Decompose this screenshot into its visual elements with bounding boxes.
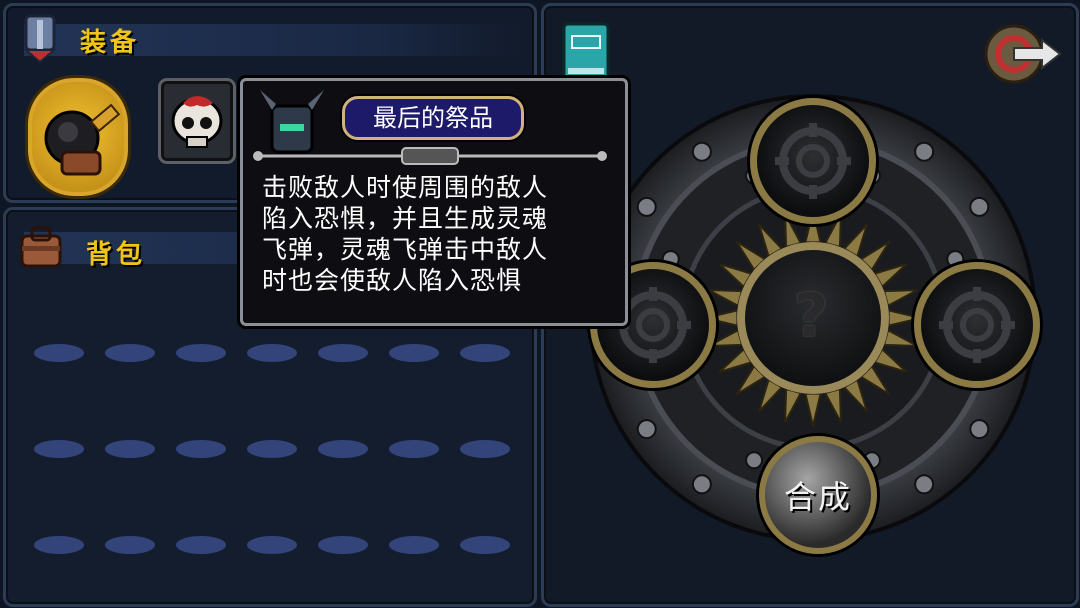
backpack-slot[interactable] — [105, 440, 155, 458]
skull-icon — [171, 96, 223, 148]
backpack-slot[interactable] — [389, 440, 439, 458]
backpack-icon — [20, 226, 62, 268]
backpack-slot[interactable] — [389, 536, 439, 554]
backpack-slot[interactable] — [247, 440, 297, 458]
socket-top[interactable] — [750, 98, 876, 224]
gear-slot-icon — [939, 287, 1015, 363]
backpack-slot[interactable] — [105, 536, 155, 554]
backpack-slot[interactable] — [318, 344, 368, 362]
exit-arrow-icon[interactable] — [984, 20, 1064, 90]
rivet — [914, 141, 935, 162]
backpack-slot[interactable] — [460, 344, 510, 362]
rivet — [691, 141, 712, 162]
backpack-slot[interactable] — [34, 536, 84, 554]
backpack-slot[interactable] — [318, 440, 368, 458]
equipment-title: 装备 — [80, 28, 141, 58]
tooltip-line-2: 陷入恐惧，并且生成灵魂 — [262, 204, 549, 233]
book-icon[interactable] — [560, 22, 612, 82]
backpack-slot[interactable] — [247, 344, 297, 362]
tooltip-line-4: 时也会使敌人陷入恐惧 — [262, 266, 523, 295]
question-mark: ? — [793, 281, 829, 351]
rivet — [914, 474, 935, 495]
backpack-slot[interactable] — [176, 440, 226, 458]
backpack-slot[interactable] — [318, 536, 368, 554]
backpack-slot[interactable] — [105, 344, 155, 362]
tooltip-line-1: 击败敌人时使周围的敌人 — [262, 173, 549, 202]
backpack-slot[interactable] — [247, 536, 297, 554]
rivet — [636, 419, 657, 440]
backpack-slot[interactable] — [34, 344, 84, 362]
combine-label: 合成 — [783, 478, 852, 516]
backpack-slot[interactable] — [176, 344, 226, 362]
rivet — [969, 419, 990, 440]
rivet — [969, 196, 990, 217]
equip-slot-main[interactable] — [28, 78, 128, 196]
tooltip-divider — [253, 147, 607, 165]
equip-slot-2[interactable] — [158, 78, 236, 164]
combine-button[interactable]: 合成 — [759, 436, 877, 554]
backpack-slot[interactable] — [389, 344, 439, 362]
rivet — [636, 196, 657, 217]
backpack-slot[interactable] — [34, 440, 84, 458]
center-socket[interactable]: ? — [765, 270, 857, 362]
socket-right[interactable] — [914, 262, 1040, 388]
hammer-cannon-icon — [44, 103, 121, 176]
backpack-slot[interactable] — [176, 536, 226, 554]
backpack-slot[interactable] — [460, 536, 510, 554]
tooltip-line-3: 飞弹，灵魂飞弹击中敌人 — [262, 235, 549, 264]
tooltip-description: 击败敌人时使周围的敌人 陷入恐惧，并且生成灵魂 飞弹，灵魂飞弹击中敌人 时也会使… — [262, 172, 612, 296]
gear-slot-icon — [775, 123, 851, 199]
backpack-title: 背包 — [86, 240, 147, 270]
rivet — [691, 474, 712, 495]
armor-icon — [23, 14, 57, 64]
tooltip-title: 最后的祭品 — [342, 96, 524, 140]
rivet — [745, 451, 764, 470]
backpack-slot[interactable] — [460, 440, 510, 458]
